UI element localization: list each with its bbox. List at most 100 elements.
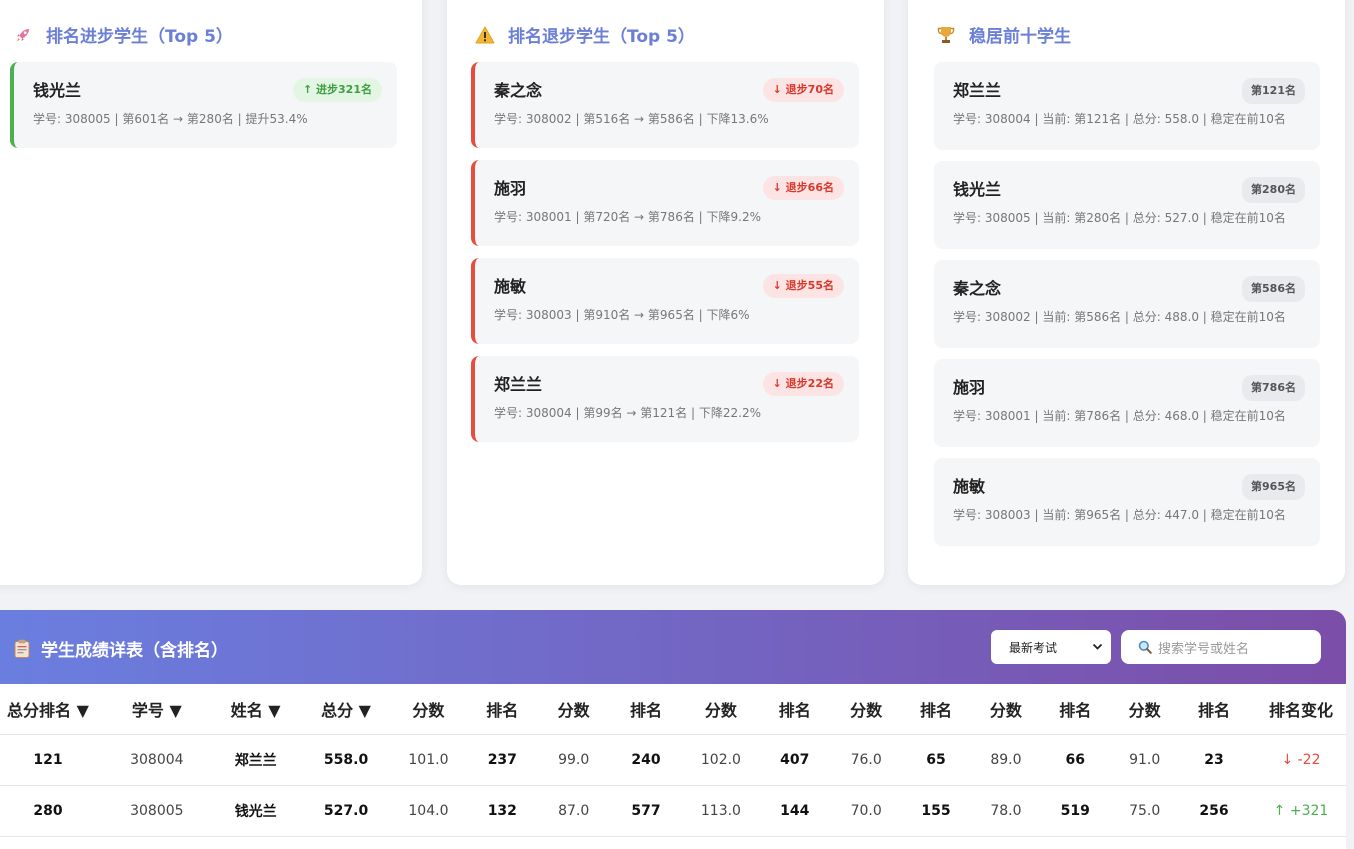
student-info: 学号: 308003 | 当前: 第965名 | 总分: 447.0 | 稳定在…	[953, 508, 1286, 522]
decline-card-list: 秦之念 学号: 308002 | 第516名 → 第586名 | 下降13.6%…	[471, 62, 859, 454]
decline-panel: 排名退步学生（Top 5） 秦之念 学号: 308002 | 第516名 → 第…	[447, 0, 884, 585]
rank-badge: 第586名	[1242, 276, 1305, 302]
exam-select-value: 最新考试	[1009, 640, 1058, 655]
cell-rank: 66	[1033, 734, 1118, 786]
stable-card-list: 郑兰兰 学号: 308004 | 当前: 第121名 | 总分: 558.0 |…	[934, 62, 1320, 557]
exam-select[interactable]: 最新考试	[991, 630, 1111, 664]
search-input[interactable]: 搜索学号或姓名	[1121, 630, 1321, 664]
table-header-bar: 学生成绩详表（含排名） 最新考试 搜索学号或姓名	[0, 610, 1346, 684]
cell-total-score: 558.0	[293, 734, 399, 786]
decline-badge: ↓ 退步22名	[762, 372, 844, 396]
search-icon	[1138, 640, 1152, 654]
decline-card[interactable]: 施敏 学号: 308003 | 第910名 → 第965名 | 下降6% ↓ 退…	[471, 258, 859, 344]
cell-name: 郑兰兰	[217, 734, 294, 786]
student-info: 学号: 308001 | 当前: 第786名 | 总分: 468.0 | 稳定在…	[953, 409, 1286, 423]
student-info: 学号: 308004 | 第99名 → 第121名 | 下降22.2%	[494, 406, 761, 420]
stable-card[interactable]: 钱光兰 学号: 308005 | 当前: 第280名 | 总分: 527.0 |…	[934, 161, 1320, 249]
cell-score: 87.0	[546, 785, 602, 837]
student-info: 学号: 308003 | 第910名 → 第965名 | 下降6%	[494, 308, 750, 322]
cell-rank: 256	[1172, 785, 1256, 837]
header-rank: 排名	[893, 684, 979, 735]
decline-badge: ↓ 退步55名	[762, 274, 844, 298]
cell-score: 91.0	[1117, 734, 1173, 786]
cell-rank: 577	[601, 785, 691, 837]
improve-panel: 排名进步学生（Top 5） 钱光兰 学号: 308005 | 第601名 → 第…	[0, 0, 422, 585]
cell-rank: 23	[1172, 734, 1256, 786]
improve-card[interactable]: 钱光兰 学号: 308005 | 第601名 → 第280名 | 提升53.4%…	[10, 62, 397, 148]
scores-table-section: 学生成绩详表（含排名） 最新考试 搜索学号或姓名 总分排名 ▼ 学号 ▼ 姓名 …	[0, 610, 1346, 849]
cell-score: 113.0	[690, 785, 751, 837]
header-rank: 排名	[750, 684, 839, 735]
header-rank: 排名	[601, 684, 691, 735]
student-info: 学号: 308001 | 第720名 → 第786名 | 下降9.2%	[494, 210, 761, 224]
cell-rank-change: ↓ -22	[1255, 734, 1346, 786]
header-total-rank[interactable]: 总分排名 ▼	[0, 684, 96, 735]
header-rank: 排名	[1033, 684, 1118, 735]
improve-panel-title: 排名进步学生（Top 5）	[12, 22, 233, 47]
cell-rank: 132	[458, 785, 547, 837]
header-score: 分数	[546, 684, 602, 735]
cell-score: 89.0	[978, 734, 1034, 786]
decline-card[interactable]: 郑兰兰 学号: 308004 | 第99名 → 第121名 | 下降22.2% …	[471, 356, 859, 442]
header-rank-change: 排名变化	[1255, 684, 1346, 735]
table-row[interactable]: 280 308005 钱光兰 527.0 104.0 132 87.0 577 …	[0, 785, 1346, 837]
student-info: 学号: 308005 | 第601名 → 第280名 | 提升53.4%	[33, 112, 308, 126]
decline-panel-title-text: 排名退步学生（Top 5）	[508, 27, 695, 47]
cell-rank: 155	[893, 785, 979, 837]
cell-rank: 240	[601, 734, 691, 786]
table-header-row: 总分排名 ▼ 学号 ▼ 姓名 ▼ 总分 ▼ 分数 排名 分数 排名 分数 排名 …	[0, 684, 1346, 735]
stable-panel: 稳居前十学生 郑兰兰 学号: 308004 | 当前: 第121名 | 总分: …	[908, 0, 1345, 585]
cell-student-id: 308005	[95, 785, 218, 837]
stable-card[interactable]: 施羽 学号: 308001 | 当前: 第786名 | 总分: 468.0 | …	[934, 359, 1320, 447]
trophy-icon	[935, 24, 957, 46]
decline-badge: ↓ 退步66名	[762, 176, 844, 200]
student-info: 学号: 308002 | 第516名 → 第586名 | 下降13.6%	[494, 112, 769, 126]
header-student-id[interactable]: 学号 ▼	[95, 684, 218, 735]
student-info: 学号: 308005 | 当前: 第280名 | 总分: 527.0 | 稳定在…	[953, 211, 1286, 225]
cell-total-rank: 280	[0, 785, 96, 837]
header-rank: 排名	[1172, 684, 1256, 735]
table-title-text: 学生成绩详表（含排名）	[41, 641, 228, 661]
table-row[interactable]: 121 308004 郑兰兰 558.0 101.0 237 99.0 240 …	[0, 734, 1346, 786]
cell-rank: 144	[750, 785, 839, 837]
search-placeholder: 搜索学号或姓名	[1158, 641, 1250, 657]
header-rank: 排名	[458, 684, 547, 735]
stable-card[interactable]: 郑兰兰 学号: 308004 | 当前: 第121名 | 总分: 558.0 |…	[934, 62, 1320, 150]
improve-panel-title-text: 排名进步学生（Top 5）	[46, 27, 233, 47]
cell-name: 钱光兰	[217, 785, 294, 837]
cell-score: 76.0	[838, 734, 894, 786]
cell-score: 101.0	[398, 734, 459, 786]
decline-badge: ↓ 退步70名	[762, 78, 844, 102]
student-info: 学号: 308002 | 当前: 第586名 | 总分: 488.0 | 稳定在…	[953, 310, 1286, 324]
cell-student-id: 308004	[95, 734, 218, 786]
rocket-icon	[12, 24, 34, 46]
header-score: 分数	[838, 684, 894, 735]
header-score: 分数	[978, 684, 1034, 735]
stable-panel-title-text: 稳居前十学生	[969, 27, 1071, 47]
cell-score: 75.0	[1117, 785, 1173, 837]
cell-total-score: 527.0	[293, 785, 399, 837]
stable-card[interactable]: 秦之念 学号: 308002 | 当前: 第586名 | 总分: 488.0 |…	[934, 260, 1320, 348]
improve-card-list: 钱光兰 学号: 308005 | 第601名 → 第280名 | 提升53.4%…	[10, 62, 397, 160]
rank-badge: 第280名	[1242, 177, 1305, 203]
cell-rank-change: ↑ +321	[1255, 785, 1346, 837]
cell-score: 104.0	[398, 785, 459, 837]
decline-card[interactable]: 施羽 学号: 308001 | 第720名 → 第786名 | 下降9.2% ↓…	[471, 160, 859, 246]
stable-panel-title: 稳居前十学生	[935, 22, 1071, 47]
cell-score: 102.0	[690, 734, 751, 786]
scores-table: 总分排名 ▼ 学号 ▼ 姓名 ▼ 总分 ▼ 分数 排名 分数 排名 分数 排名 …	[0, 684, 1346, 837]
decline-panel-title: 排名退步学生（Top 5）	[474, 22, 695, 47]
cell-rank: 407	[750, 734, 839, 786]
header-score: 分数	[690, 684, 751, 735]
cell-score: 78.0	[978, 785, 1034, 837]
cell-total-rank: 121	[0, 734, 96, 786]
header-name[interactable]: 姓名 ▼	[217, 684, 294, 735]
stable-card[interactable]: 施敏 学号: 308003 | 当前: 第965名 | 总分: 447.0 | …	[934, 458, 1320, 546]
rank-badge: 第786名	[1242, 375, 1305, 401]
clipboard-icon	[14, 639, 32, 659]
warning-icon	[474, 24, 496, 46]
header-total-score[interactable]: 总分 ▼	[293, 684, 399, 735]
decline-card[interactable]: 秦之念 学号: 308002 | 第516名 → 第586名 | 下降13.6%…	[471, 62, 859, 148]
improve-badge: ↑ 进步321名	[292, 78, 382, 102]
cell-score: 70.0	[838, 785, 894, 837]
